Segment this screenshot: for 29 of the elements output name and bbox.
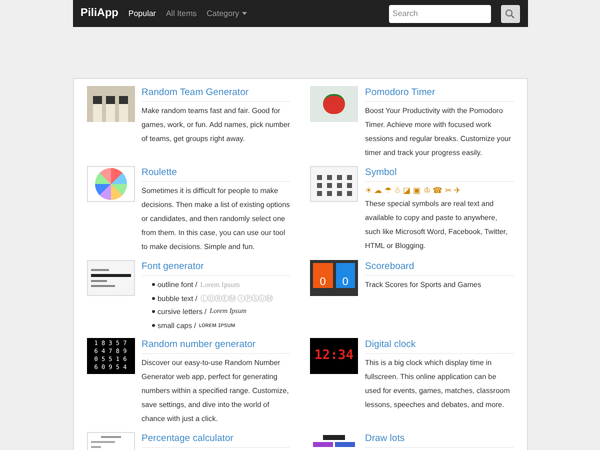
item-title-link[interactable]: Digital clock: [365, 338, 514, 354]
bullet-icon: [152, 310, 154, 314]
item-title-link[interactable]: Font generator: [142, 260, 290, 276]
bullet-icon: [152, 283, 154, 286]
digital-clock-thumbnail: 12:34: [310, 338, 358, 374]
search-field[interactable]: Search: [388, 4, 490, 22]
item-title-link[interactable]: Percentage calculator: [142, 432, 290, 448]
item-title-link[interactable]: Roulette: [142, 166, 290, 182]
bullet-icon: [152, 324, 154, 327]
team-thumbnail: [86, 86, 134, 122]
item-title-link[interactable]: Pomodoro Timer: [365, 86, 514, 102]
symbols-thumbnail: [310, 166, 358, 202]
search-icon: [505, 8, 515, 18]
item-title-link[interactable]: Random number generator: [142, 338, 290, 354]
roulette-wheel-thumbnail: [86, 166, 134, 202]
nav-link[interactable]: All Items: [166, 8, 197, 20]
nav-link[interactable]: Popular: [128, 8, 156, 20]
brand-logo[interactable]: PiliApp: [80, 5, 118, 22]
symbols-text: ☀ ☁ ☂ ☃ ◪ ▣ ♔ ☎ ✂ ✈: [365, 184, 462, 197]
item-title-link[interactable]: Draw lots: [365, 432, 514, 448]
scoreboard-thumbnail: 0 0: [310, 260, 358, 296]
item-title-link[interactable]: Scoreboard: [365, 260, 514, 276]
font-samples-thumbnail: [86, 260, 134, 296]
item-title-link[interactable]: Symbol: [365, 166, 514, 182]
nav-link[interactable]: Category: [206, 8, 248, 20]
tomato-thumbnail: [310, 86, 358, 122]
search-button[interactable]: [500, 4, 520, 22]
bullet-icon: [152, 296, 154, 300]
item-title-link[interactable]: Random Team Generator: [142, 86, 290, 102]
